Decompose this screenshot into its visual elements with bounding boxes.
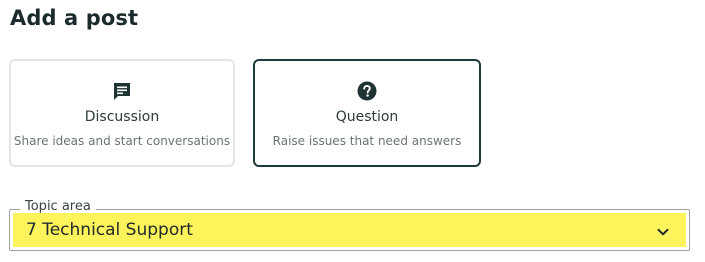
topic-area-field: Topic area 7 Technical Support bbox=[9, 199, 690, 251]
question-label: Question bbox=[335, 109, 399, 125]
chevron-down-icon[interactable] bbox=[656, 224, 670, 238]
post-type-discussion-card[interactable]: Discussion Share ideas and start convers… bbox=[9, 59, 235, 167]
topic-area-label: Topic area bbox=[20, 199, 96, 214]
discussion-description: Share ideas and start conversations bbox=[13, 134, 231, 148]
topic-area-select[interactable]: 7 Technical Support bbox=[13, 213, 686, 247]
question-description: Raise issues that need answers bbox=[272, 134, 462, 148]
discussion-label: Discussion bbox=[84, 109, 160, 125]
question-circle-icon bbox=[357, 81, 377, 101]
page-title: Add a post bbox=[10, 6, 139, 30]
topic-area-value: 7 Technical Support bbox=[26, 220, 193, 240]
post-type-question-card[interactable]: Question Raise issues that need answers bbox=[253, 59, 481, 167]
add-post-page: Add a post Discussion Share ideas and st… bbox=[0, 0, 705, 262]
chat-bubble-icon bbox=[112, 81, 132, 101]
